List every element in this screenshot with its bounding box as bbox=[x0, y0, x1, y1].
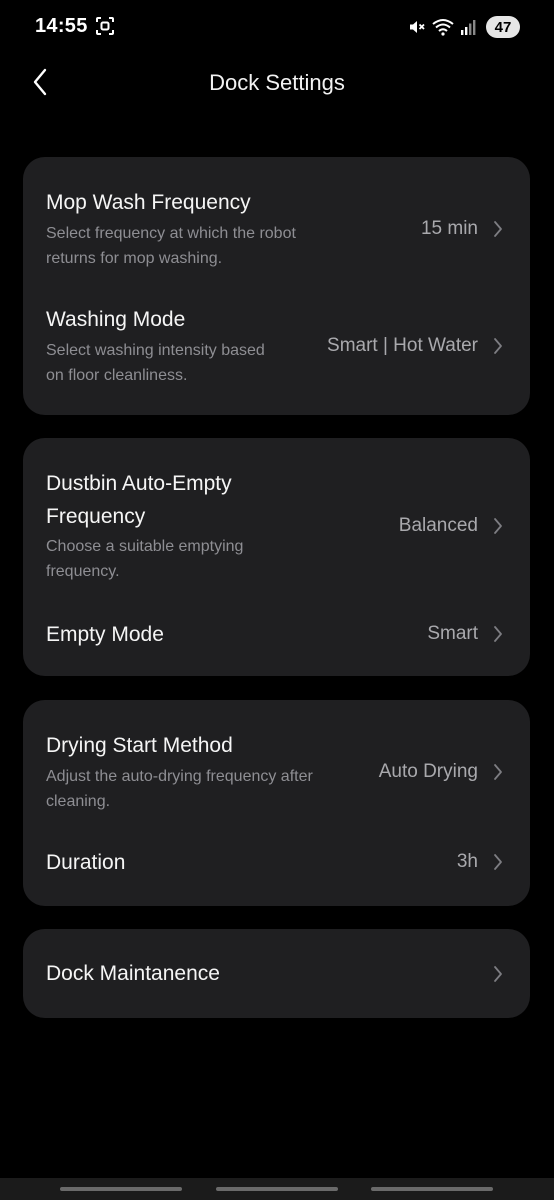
chevron-right-icon bbox=[493, 337, 503, 355]
duration-row[interactable]: Duration 3h bbox=[23, 828, 530, 906]
chevron-right-icon bbox=[493, 517, 503, 535]
status-bar: 14:55 47 bbox=[0, 0, 554, 54]
row-title: Duration bbox=[46, 851, 126, 874]
mop-settings-card: Mop Wash Frequency Select frequency at w… bbox=[23, 157, 530, 415]
chevron-right-icon bbox=[493, 763, 503, 781]
row-value: 3h bbox=[456, 851, 478, 872]
chevron-right-icon bbox=[493, 625, 503, 643]
row-value: Smart bbox=[427, 623, 478, 644]
chevron-right-icon bbox=[493, 853, 503, 871]
drying-settings-card: Drying Start Method Adjust the auto-dryi… bbox=[23, 700, 530, 906]
wifi-icon bbox=[432, 18, 454, 36]
row-description: Choose a suitable emptying frequency. bbox=[46, 538, 244, 580]
dock-maintenance-row[interactable]: Dock Maintanence bbox=[23, 929, 530, 1018]
battery-badge: 47 bbox=[486, 16, 520, 38]
dustbin-auto-empty-row[interactable]: Dustbin Auto-Empty Frequency Choose a su… bbox=[23, 438, 530, 596]
row-description: Select washing intensity based on floor … bbox=[46, 342, 265, 384]
row-title: Empty Mode bbox=[46, 623, 164, 646]
row-title: Mop Wash Frequency bbox=[46, 191, 251, 214]
mop-wash-frequency-row[interactable]: Mop Wash Frequency Select frequency at w… bbox=[23, 157, 530, 281]
row-title: Drying Start Method bbox=[46, 734, 233, 757]
row-title: Washing Mode bbox=[46, 308, 186, 331]
mute-icon bbox=[408, 18, 426, 36]
nav-recents-button[interactable] bbox=[60, 1187, 182, 1191]
chevron-right-icon bbox=[493, 965, 503, 983]
header: Dock Settings bbox=[0, 56, 554, 112]
signal-icon bbox=[460, 18, 476, 36]
nav-back-button[interactable] bbox=[371, 1187, 493, 1191]
row-title: Dustbin Auto-Empty Frequency bbox=[46, 472, 232, 528]
nav-home-button[interactable] bbox=[216, 1187, 338, 1191]
chevron-right-icon bbox=[493, 220, 503, 238]
dustbin-settings-card: Dustbin Auto-Empty Frequency Choose a su… bbox=[23, 438, 530, 676]
row-description: Adjust the auto-drying frequency after c… bbox=[46, 768, 313, 810]
drying-start-method-row[interactable]: Drying Start Method Adjust the auto-dryi… bbox=[23, 700, 530, 828]
navigation-bar bbox=[0, 1178, 554, 1200]
row-title: Dock Maintanence bbox=[46, 962, 220, 985]
row-value: Balanced bbox=[398, 515, 478, 536]
washing-mode-row[interactable]: Washing Mode Select washing intensity ba… bbox=[23, 281, 530, 415]
row-description: Select frequency at which the robot retu… bbox=[46, 225, 296, 267]
dock-maintenance-card: Dock Maintanence bbox=[23, 929, 530, 1018]
page-title: Dock Settings bbox=[209, 70, 345, 95]
screenshot-icon bbox=[96, 17, 114, 35]
empty-mode-row[interactable]: Empty Mode Smart bbox=[23, 596, 530, 676]
status-icons: 47 bbox=[408, 15, 520, 39]
row-value: 15 min bbox=[420, 218, 478, 239]
status-time: 14:55 bbox=[35, 15, 88, 37]
row-value: Smart | Hot Water bbox=[327, 335, 478, 356]
row-value: Auto Drying bbox=[378, 761, 478, 782]
